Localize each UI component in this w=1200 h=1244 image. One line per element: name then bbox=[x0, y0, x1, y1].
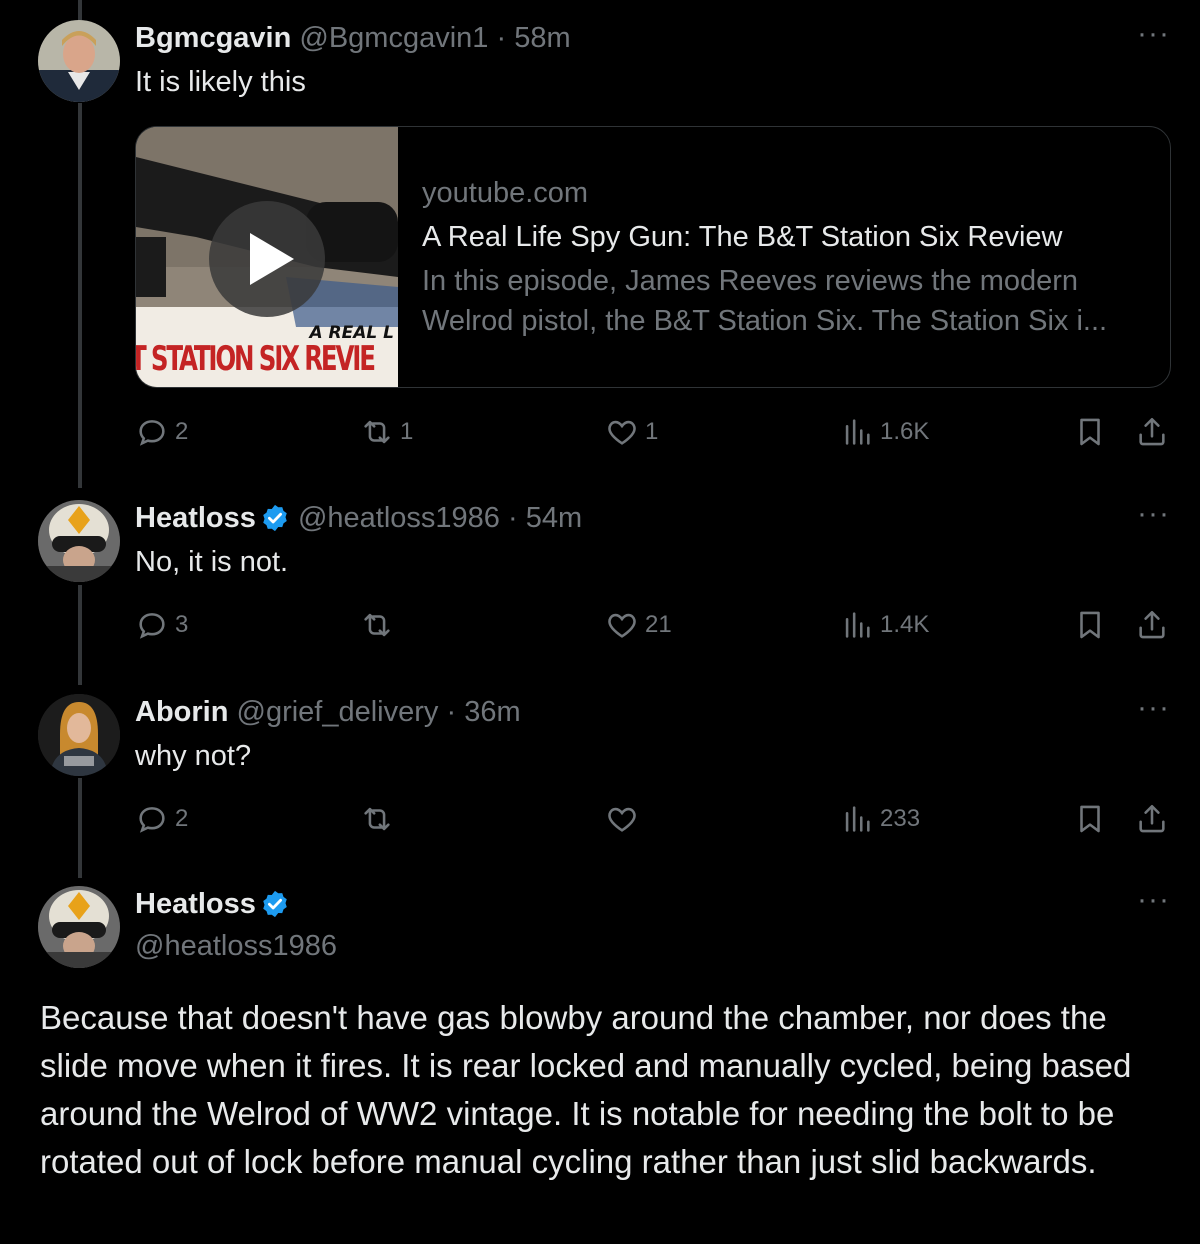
reply-icon bbox=[139, 420, 165, 446]
avatar[interactable] bbox=[38, 20, 120, 102]
reply-icon bbox=[139, 613, 165, 639]
post-header: Bgmcgavin @Bgmcgavin1 · 58m bbox=[135, 20, 571, 56]
views-button[interactable]: 233 bbox=[840, 802, 920, 836]
post-time[interactable]: · 54m bbox=[508, 502, 582, 534]
video-thumbnail[interactable]: A REAL L T STATION SIX REVIE bbox=[136, 127, 398, 387]
like-button[interactable]: 21 bbox=[605, 608, 672, 642]
author-name[interactable]: Heatloss bbox=[135, 888, 256, 920]
bookmark-icon bbox=[1080, 611, 1100, 639]
views-icon bbox=[845, 612, 870, 638]
share-icon bbox=[1139, 610, 1165, 639]
card-title: A Real Life Spy Gun: The B&T Station Six… bbox=[422, 221, 1063, 253]
author-name[interactable]: Heatloss bbox=[135, 502, 256, 534]
verified-badge-icon bbox=[263, 890, 287, 918]
repost-icon bbox=[364, 420, 390, 444]
more-icon[interactable]: ··· bbox=[1137, 19, 1170, 49]
thread-line-4 bbox=[78, 778, 82, 878]
like-icon bbox=[608, 807, 636, 832]
card-domain: youtube.com bbox=[422, 177, 589, 209]
views-count: 1.4K bbox=[880, 611, 930, 638]
views-count: 233 bbox=[880, 805, 921, 832]
bookmark-icon bbox=[1080, 805, 1100, 833]
repost-icon bbox=[364, 613, 390, 637]
avatar[interactable] bbox=[38, 694, 120, 776]
avatar[interactable] bbox=[38, 886, 120, 968]
post-text: It is likely this bbox=[135, 66, 306, 98]
share-button[interactable] bbox=[1135, 415, 1169, 449]
more-icon[interactable]: ··· bbox=[1137, 693, 1170, 723]
thread-line-2 bbox=[78, 103, 82, 488]
post-header: Heatloss bbox=[135, 886, 290, 922]
action-bar: 2 233 bbox=[135, 802, 1175, 842]
thumbnail-caption-big: T STATION SIX REVIE bbox=[136, 339, 376, 379]
bookmark-icon bbox=[1080, 418, 1100, 446]
reply-count: 2 bbox=[175, 805, 189, 832]
like-icon bbox=[608, 613, 636, 638]
reply-count: 3 bbox=[175, 611, 189, 638]
share-button[interactable] bbox=[1135, 608, 1169, 642]
bookmark-button[interactable] bbox=[1073, 608, 1107, 642]
repost-button[interactable]: 1 bbox=[360, 415, 413, 449]
author-handle[interactable]: @Bgmcgavin1 bbox=[299, 22, 488, 54]
main-post-text: Because that doesn't have gas blowby aro… bbox=[40, 999, 1132, 1180]
author-handle[interactable]: @heatloss1986 bbox=[135, 928, 337, 964]
reply-button[interactable]: 2 bbox=[135, 415, 188, 449]
thread-line-3 bbox=[78, 585, 82, 685]
reply-count: 2 bbox=[175, 418, 189, 445]
card-info: youtube.com A Real Life Spy Gun: The B&T… bbox=[422, 173, 1152, 341]
reply-button[interactable]: 3 bbox=[135, 608, 188, 642]
post-time[interactable]: · 58m bbox=[496, 22, 570, 54]
action-bar: 2 1 1 1.6K bbox=[135, 415, 1175, 455]
post-header: Heatloss @heatloss1986 · 54m bbox=[135, 500, 582, 536]
author-handle[interactable]: @heatloss1986 bbox=[298, 502, 500, 534]
more-icon[interactable]: ··· bbox=[1137, 885, 1170, 915]
views-icon bbox=[845, 419, 870, 445]
share-icon bbox=[1139, 804, 1165, 833]
views-button[interactable]: 1.4K bbox=[840, 608, 929, 642]
link-card[interactable]: A REAL L T STATION SIX REVIE youtube.com… bbox=[135, 126, 1171, 388]
repost-count: 1 bbox=[400, 418, 414, 445]
share-button[interactable] bbox=[1135, 802, 1169, 836]
repost-button[interactable] bbox=[360, 802, 394, 836]
views-icon bbox=[845, 806, 870, 832]
post-header: Aborin @grief_delivery · 36m bbox=[135, 694, 521, 730]
reply-icon bbox=[139, 807, 165, 833]
more-icon[interactable]: ··· bbox=[1137, 499, 1170, 529]
avatar[interactable] bbox=[38, 500, 120, 582]
reply-button[interactable]: 2 bbox=[135, 802, 188, 836]
bookmark-button[interactable] bbox=[1073, 415, 1107, 449]
repost-button[interactable] bbox=[360, 608, 394, 642]
post-text: No, it is not. bbox=[135, 546, 289, 578]
post-text: why not? bbox=[135, 740, 252, 772]
like-icon bbox=[608, 420, 636, 445]
bookmark-button[interactable] bbox=[1073, 802, 1107, 836]
card-description: In this episode, James Reeves reviews th… bbox=[422, 265, 1108, 337]
views-button[interactable]: 1.6K bbox=[840, 415, 929, 449]
author-name[interactable]: Aborin bbox=[135, 696, 228, 728]
verified-badge-icon bbox=[263, 504, 287, 532]
author-name[interactable]: Bgmcgavin bbox=[135, 22, 291, 54]
like-button[interactable] bbox=[605, 802, 639, 836]
like-count: 1 bbox=[645, 418, 659, 445]
like-count: 21 bbox=[645, 611, 672, 638]
author-handle[interactable]: @grief_delivery bbox=[237, 696, 439, 728]
views-count: 1.6K bbox=[880, 418, 930, 445]
post-time[interactable]: · 36m bbox=[446, 696, 520, 728]
share-icon bbox=[1139, 417, 1165, 446]
like-button[interactable]: 1 bbox=[605, 415, 658, 449]
repost-icon bbox=[364, 807, 390, 831]
action-bar: 3 21 1.4K bbox=[135, 608, 1175, 648]
